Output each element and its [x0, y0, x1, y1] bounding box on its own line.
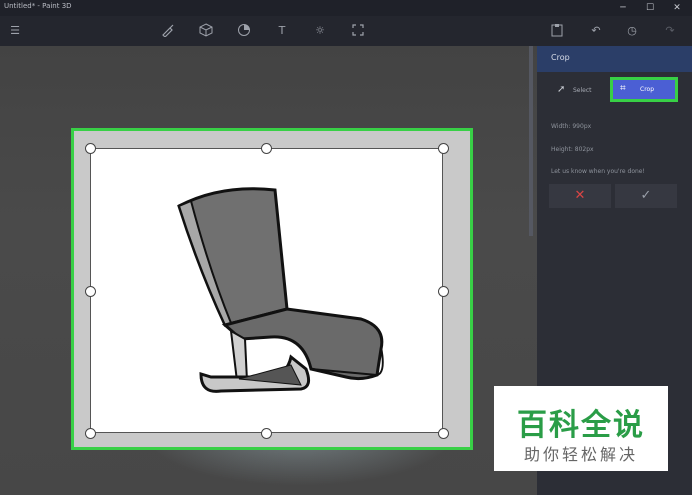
resize-handle-top-left[interactable]	[85, 143, 96, 154]
undo-icon[interactable]: ↶	[588, 23, 604, 39]
minimize-button[interactable]: ─	[612, 0, 634, 16]
effects-icon[interactable]: ☼	[312, 23, 328, 39]
cancel-button[interactable]: ✕	[549, 184, 611, 208]
height-readout: Height: 802px	[551, 146, 594, 153]
window-title: Untitled* - Paint 3D	[4, 2, 72, 10]
brushes-icon[interactable]	[160, 23, 176, 39]
maximize-button[interactable]: ☐	[639, 0, 661, 16]
select-button[interactable]: ➚ Select	[549, 80, 611, 100]
top-toolbar: ☰ T ☼ ↶ ◷ ↷	[0, 16, 692, 46]
resize-handle-left[interactable]	[85, 286, 96, 297]
history-icon[interactable]: ◷	[624, 23, 640, 39]
panel-title: Crop	[551, 53, 570, 62]
checkmark-icon: ✓	[640, 188, 652, 203]
resize-handle-bottom[interactable]	[261, 428, 272, 439]
resize-handle-bottom-left[interactable]	[85, 428, 96, 439]
paste-icon[interactable]	[549, 23, 565, 39]
title-bar: Untitled* - Paint 3D ─ ☐ ✕	[0, 0, 692, 16]
watermark-title: 百科全说	[517, 408, 645, 443]
pointer-icon: ➚	[557, 84, 566, 95]
crop-icon: ⌗	[620, 83, 626, 94]
workspace-scrollbar[interactable]	[529, 46, 533, 236]
confirm-button[interactable]: ✓	[615, 184, 677, 208]
canvas-icon[interactable]	[350, 23, 366, 39]
crop-button[interactable]: ⌗ Crop	[610, 77, 678, 102]
resize-handle-top[interactable]	[261, 143, 272, 154]
crop-button-label: Crop	[640, 86, 655, 93]
watermark-logo: 百科全说 助你轻松解决	[494, 386, 668, 471]
hint-text: Let us know when you're done!	[551, 168, 645, 175]
select-button-label: Select	[573, 87, 592, 94]
resize-handle-right[interactable]	[438, 286, 449, 297]
panel-header: Crop	[537, 46, 692, 72]
text-icon[interactable]: T	[274, 23, 290, 39]
3d-shapes-icon[interactable]	[198, 23, 214, 39]
watermark-subtitle: 助你轻松解决	[523, 445, 638, 464]
chair-drawing	[177, 187, 384, 393]
cancel-icon: ✕	[574, 188, 586, 203]
width-readout: Width: 990px	[551, 123, 592, 130]
resize-handle-bottom-right[interactable]	[438, 428, 449, 439]
stickers-icon[interactable]	[236, 23, 252, 39]
menu-icon[interactable]: ☰	[7, 23, 23, 39]
close-button[interactable]: ✕	[666, 0, 688, 16]
redo-icon: ↷	[665, 24, 675, 37]
resize-handle-top-right[interactable]	[438, 143, 449, 154]
drawing-canvas[interactable]	[90, 148, 443, 433]
